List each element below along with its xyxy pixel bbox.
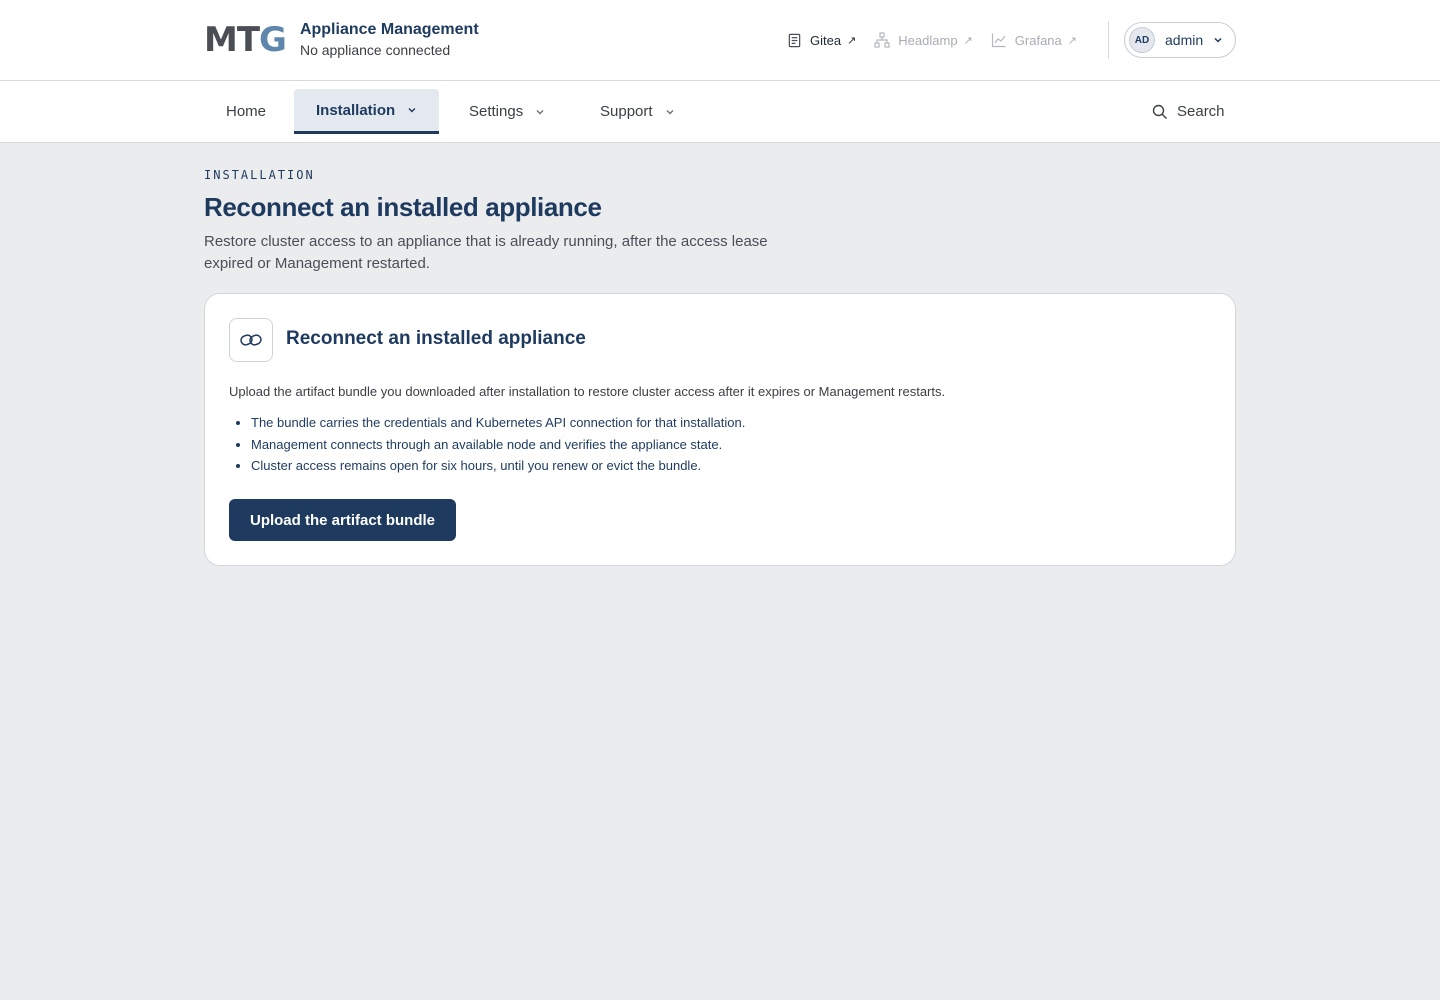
top-header: MTG Appliance Management No appliance co…: [0, 0, 1440, 81]
upload-bundle-button[interactable]: Upload the artifact bundle: [229, 499, 456, 541]
tab-label: Home: [226, 103, 267, 120]
list-item: Management connects through an available…: [251, 434, 745, 456]
list-item: The bundle carries the credentials and K…: [251, 412, 745, 434]
document-icon: [788, 33, 801, 47]
external-arrow-icon: ↗: [847, 34, 857, 47]
tab-installation[interactable]: Installation: [294, 89, 439, 134]
external-arrow-icon: ↗: [1067, 34, 1077, 47]
avatar: AD: [1129, 27, 1155, 53]
page-description: Restore cluster access to an appliance t…: [204, 233, 768, 272]
chevron-down-icon: [666, 109, 674, 114]
reconnect-card: Reconnect an installed appliance Upload …: [204, 293, 1236, 566]
app-title: Appliance Management: [299, 21, 479, 38]
tab-label: Settings: [469, 103, 524, 120]
list-item: Cluster access remains open for six hour…: [251, 455, 745, 477]
tab-home[interactable]: Home: [204, 89, 288, 134]
brand[interactable]: MTG Appliance Management No appliance co…: [204, 20, 479, 60]
header-divider: [1108, 21, 1109, 59]
tab-label: Support: [600, 103, 653, 120]
chevron-down-icon: [1214, 37, 1222, 43]
link-icon: [229, 318, 273, 362]
grafana-label: Grafana: [1014, 32, 1062, 48]
card-title: Reconnect an installed appliance: [286, 328, 586, 349]
logo: MTG: [204, 20, 287, 60]
user-name: admin: [1165, 32, 1204, 48]
network-icon: [874, 32, 890, 48]
grafana-link[interactable]: Grafana ↗: [991, 32, 1077, 48]
search-icon: [1152, 104, 1167, 119]
tab-support[interactable]: Support: [578, 89, 697, 134]
page-title: Reconnect an installed appliance: [204, 192, 602, 222]
gitea-link[interactable]: Gitea ↗: [787, 33, 856, 48]
section-eyebrow: INSTALLATION: [204, 168, 315, 182]
user-menu[interactable]: AD admin: [1124, 22, 1236, 58]
gitea-label: Gitea: [810, 32, 842, 48]
main-nav: Home Installation Settings Support Searc…: [0, 81, 1440, 143]
tab-settings[interactable]: Settings: [447, 89, 567, 134]
external-arrow-icon: ↗: [963, 34, 973, 47]
tab-label: Installation: [316, 101, 396, 119]
headlamp-link[interactable]: Headlamp ↗: [874, 32, 973, 48]
external-links: Gitea ↗ Headlamp ↗ Grafana ↗: [787, 30, 1095, 50]
card-bullets: The bundle carries the credentials and K…: [251, 412, 745, 477]
chart-icon: [991, 33, 1006, 48]
chevron-down-icon: [536, 109, 544, 114]
card-intro: Upload the artifact bundle you downloade…: [229, 384, 946, 399]
search-button[interactable]: Search: [1152, 103, 1225, 120]
connection-status: No appliance connected: [299, 42, 451, 58]
search-label: Search: [1177, 103, 1225, 120]
headlamp-label: Headlamp: [898, 32, 958, 48]
chevron-down-icon: [408, 108, 416, 113]
brand-text: Appliance Management No appliance connec…: [300, 20, 479, 60]
